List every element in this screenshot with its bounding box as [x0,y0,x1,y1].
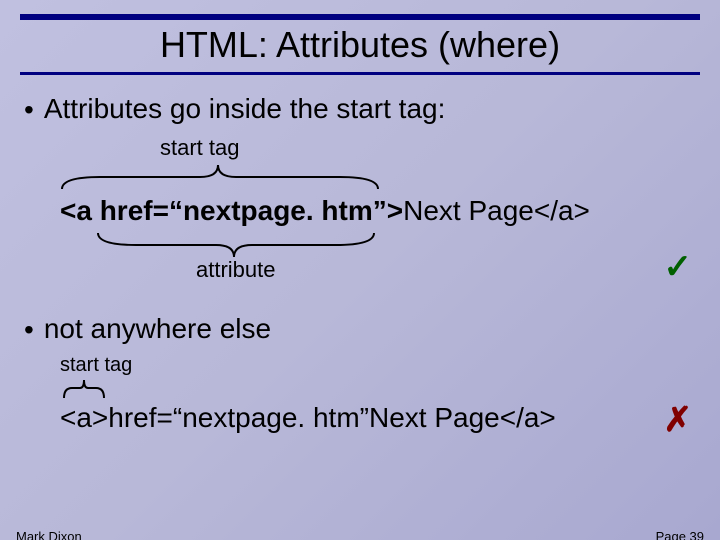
footer-page: Page 39 [656,529,704,540]
footer-author: Mark Dixon [16,529,82,540]
brace-small-icon [62,378,106,400]
slide-body: • Attributes go inside the start tag: st… [0,75,720,464]
bullet-1: • Attributes go inside the start tag: [20,93,700,127]
footer: Mark Dixon Page 39 [0,529,720,540]
example-correct: start tag <a href=“nextpage. htm”>Next P… [60,135,700,295]
bullet-dot-icon: • [24,313,34,347]
brace-top-icon [60,161,380,191]
code-rest: Next Page</a> [403,195,590,226]
example-incorrect: start tag <a>href=“nextpage. htm”Next Pa… [60,354,700,464]
bullet-1-text: Attributes go inside the start tag: [44,93,446,125]
bullet-2: • not anywhere else [20,313,700,347]
bullet-dot-icon: • [24,93,34,127]
brace-bottom-icon [96,231,376,259]
check-icon: ✓ [664,247,693,287]
code-start-tag: <a href=“nextpage. htm”> [60,195,403,226]
label-attribute: attribute [196,257,276,283]
code-line-incorrect: <a>href=“nextpage. htm”Next Page</a> [60,354,700,434]
bullet-2-text: not anywhere else [44,313,271,345]
label-start-tag-1: start tag [160,135,239,161]
cross-icon: ✗ [664,400,693,440]
title-bar: HTML: Attributes (where) [20,14,700,75]
slide-title: HTML: Attributes (where) [20,24,700,66]
label-start-tag-2: start tag [60,354,132,377]
